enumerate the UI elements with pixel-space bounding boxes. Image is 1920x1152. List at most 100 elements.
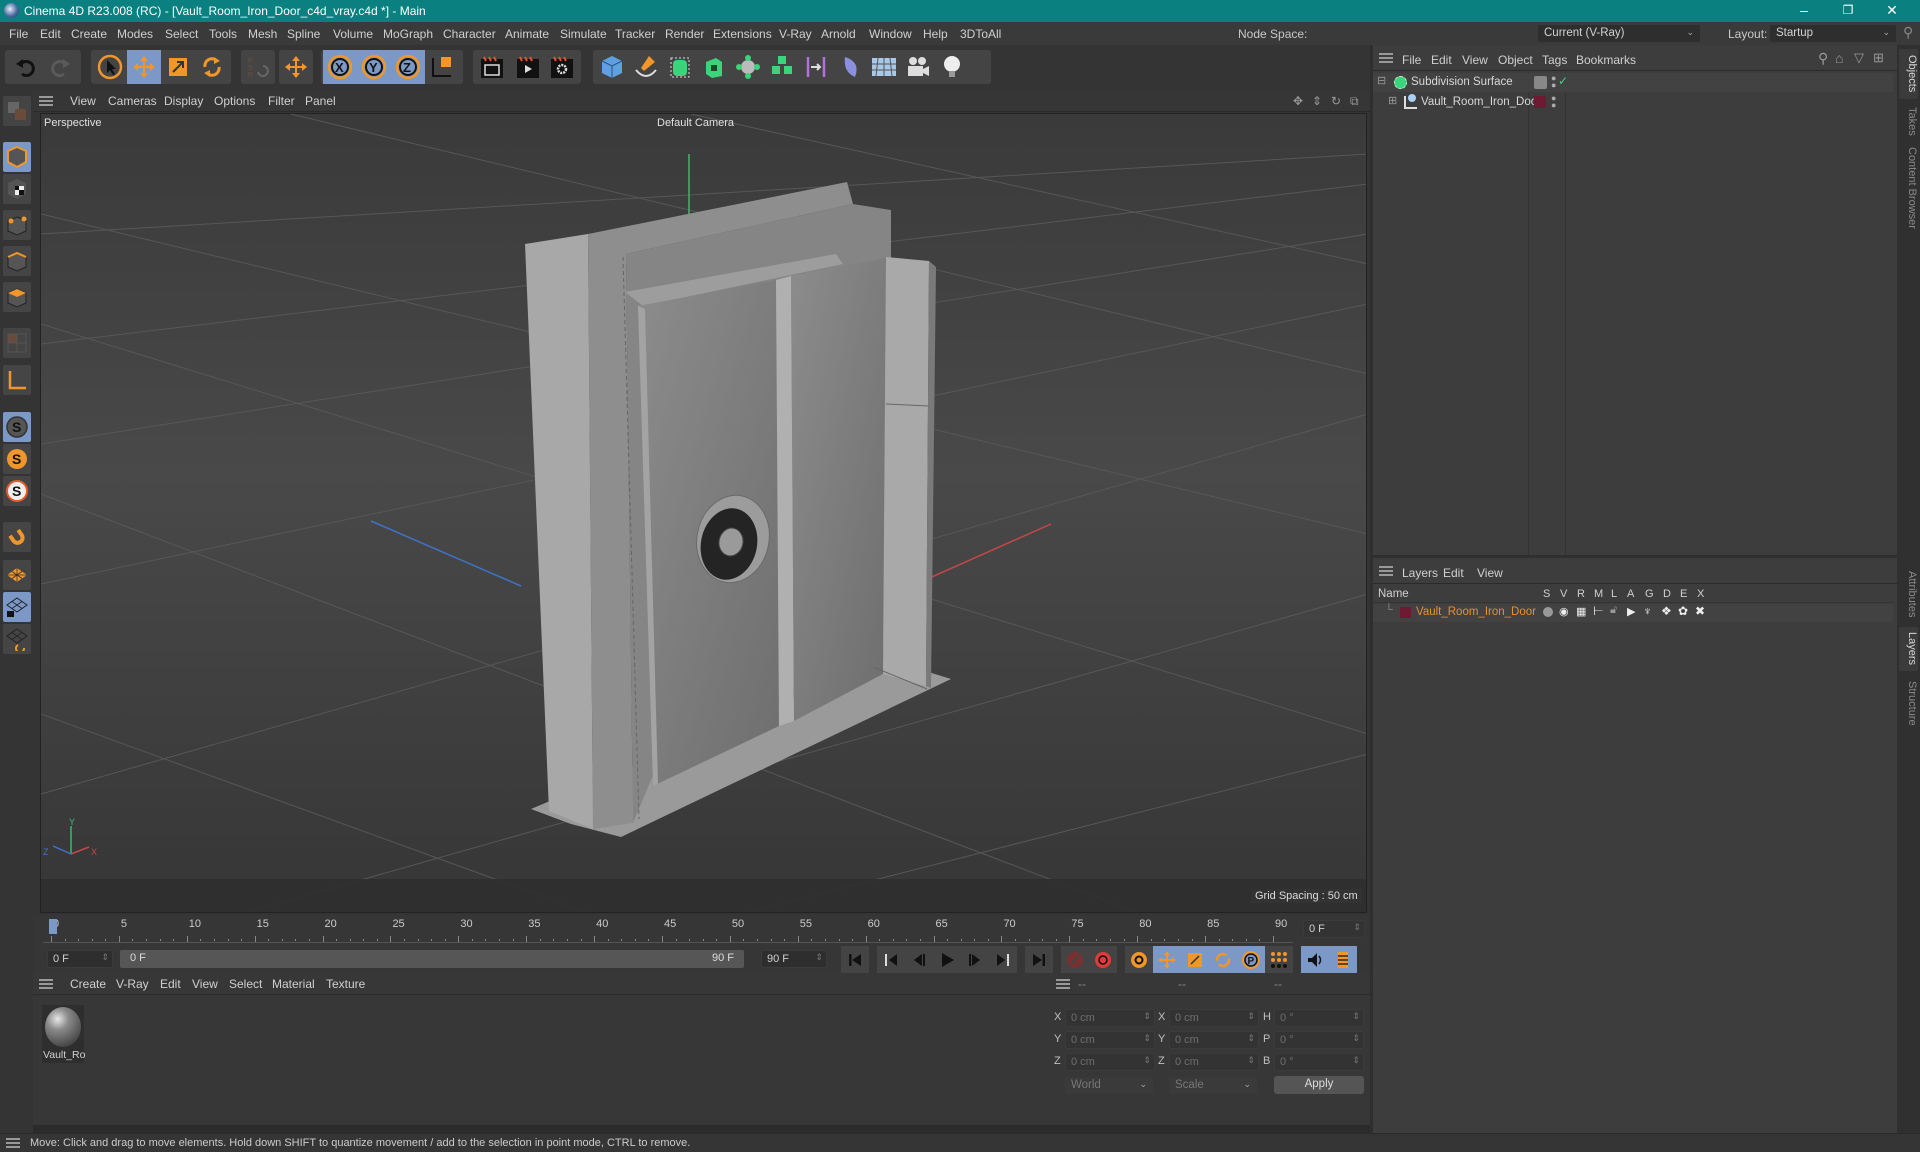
rotate-tool-button[interactable] [195,50,229,84]
move-tool-button[interactable] [127,50,161,84]
enabled-check-icon[interactable]: ✓ [1558,74,1568,88]
axis-mode-button[interactable] [3,365,31,395]
size-z-field[interactable]: 0 cm ⇕ [1169,1053,1259,1071]
render-region-button[interactable] [475,50,509,84]
menu-animate[interactable]: Animate [505,27,549,41]
visibility-dots-icon[interactable]: ● ● [1551,94,1556,110]
size-x-field[interactable]: 0 cm ⇕ [1169,1009,1259,1027]
coordinate-system-button[interactable] [425,50,459,84]
search-icon[interactable]: ⚲ [1903,24,1913,41]
menu-create[interactable]: Create [71,27,107,41]
point-mode-button[interactable] [3,210,31,240]
home-icon[interactable]: ⌂ [1835,50,1843,66]
make-editable-button[interactable] [3,96,31,126]
solo-toggle-icon[interactable] [1543,607,1553,617]
menu-extensions[interactable]: Extensions [713,27,772,41]
column-generators[interactable]: G [1645,588,1654,600]
rot-h-field[interactable]: 0 ° ⇕ [1274,1009,1364,1027]
next-frame-button[interactable] [961,946,989,974]
column-solo[interactable]: S [1543,588,1550,600]
cloner-button[interactable] [731,50,765,84]
go-to-end-button[interactable] [1025,946,1053,974]
menu-3dtoall[interactable]: 3DToAll [960,27,1001,41]
visibility-dots-icon[interactable]: ● ● [1551,74,1556,90]
workplane-align-button[interactable] [3,624,31,654]
object-row[interactable]: ⊟ Subdivision Surface ● ● ✓ [1373,73,1893,92]
light-button[interactable] [935,50,969,84]
material-menu-texture[interactable]: Texture [326,977,365,991]
column-deformers[interactable]: D [1663,588,1671,600]
layer-menu-layers[interactable]: Layers [1402,566,1438,580]
coord-transform-dropdown[interactable]: Scale ⌄ [1169,1077,1257,1094]
workplane-button[interactable] [3,560,31,590]
magnet-button[interactable] [3,522,31,552]
hamburger-menu-icon[interactable] [1056,979,1070,989]
node-space-dropdown[interactable]: Current (V-Ray) ⌄ [1538,25,1700,42]
render-clapper-icon[interactable]: ▦ [1576,605,1586,618]
move-alt-button[interactable] [279,50,313,84]
deformer-icon[interactable]: ❖ [1661,604,1672,618]
hamburger-menu-icon[interactable] [39,979,53,989]
object-menu-tags[interactable]: Tags [1542,53,1567,67]
maximize-view-icon[interactable]: ⧉ [1350,94,1359,109]
column-expressions[interactable]: E [1680,588,1687,600]
layer-menu-view[interactable]: View [1477,566,1503,580]
size-y-field[interactable]: 0 cm ⇕ [1169,1031,1259,1049]
psr-reset-button[interactable]: PSR [241,50,275,84]
rotate-view-icon[interactable]: ↻ [1331,94,1341,108]
material-menu-vray[interactable]: V-Ray [116,977,149,991]
menu-help[interactable]: Help [923,27,948,41]
hamburger-menu-icon[interactable] [1379,53,1393,63]
menu-character[interactable]: Character [443,27,496,41]
generator-icon[interactable]: ♆ [1643,604,1652,618]
material-menu-view[interactable]: View [192,977,218,991]
menu-tracker[interactable]: Tracker [615,27,655,41]
cube-button[interactable] [595,50,629,84]
filter-icon[interactable]: ▽ [1854,50,1864,66]
menu-tools[interactable]: Tools [209,27,237,41]
material-menu-material[interactable]: Material [272,977,315,991]
frame-range-slider[interactable]: 0 F 90 F [120,950,744,968]
minimize-button[interactable]: – [1782,0,1826,22]
previous-key-button[interactable] [877,946,905,974]
sound-button[interactable] [1301,946,1329,974]
key-parameter-button[interactable]: P [1237,946,1265,974]
polygon-mode-button[interactable] [3,282,31,312]
menu-simulate[interactable]: Simulate [560,27,607,41]
camera-button[interactable] [901,50,935,84]
model-mode-button[interactable] [3,142,31,172]
rot-b-field[interactable]: 0 ° ⇕ [1274,1053,1364,1071]
extrude-button[interactable] [697,50,731,84]
close-button[interactable]: ✕ [1870,0,1914,22]
pen-button[interactable] [629,50,663,84]
symmetry-button[interactable] [799,50,833,84]
timeline-ruler[interactable]: 051015202530354045505560657075808590 [43,915,1293,943]
menu-arnold[interactable]: Arnold [821,27,856,41]
layout-dropdown[interactable]: Startup ⌄ [1770,25,1896,42]
key-point-level-button[interactable] [1265,946,1293,974]
next-key-button[interactable] [989,946,1017,974]
viewport-menu-view[interactable]: View [70,94,96,108]
menu-mesh[interactable]: Mesh [248,27,277,41]
object-menu-bookmarks[interactable]: Bookmarks [1576,53,1636,67]
material-menu-edit[interactable]: Edit [160,977,181,991]
viewport-menu-cameras[interactable]: Cameras [108,94,157,108]
hamburger-menu-icon[interactable] [6,1138,20,1148]
edit-tag-icon[interactable] [1534,76,1547,89]
menu-spline[interactable]: Spline [287,27,320,41]
manager-hierarchy-icon[interactable]: ⊢ [1593,604,1603,618]
material-menu-create[interactable]: Create [70,977,106,991]
material-menu-select[interactable]: Select [229,977,262,991]
viewport-menu-filter[interactable]: Filter [268,94,295,108]
column-manager[interactable]: M [1594,588,1603,600]
menu-mograph[interactable]: MoGraph [383,27,433,41]
menu-select[interactable]: Select [165,27,198,41]
key-position-button[interactable] [1153,946,1181,974]
viewport-menu-panel[interactable]: Panel [305,94,336,108]
expand-icon[interactable]: ⊞ [1388,94,1397,107]
tab-takes[interactable]: Takes [1899,103,1918,139]
deformer-button[interactable] [833,50,867,84]
material-swatch[interactable]: Vault_Ro [42,1005,85,1063]
record-keys-button[interactable] [1061,946,1089,974]
snap-settings-button[interactable]: S [3,444,31,474]
